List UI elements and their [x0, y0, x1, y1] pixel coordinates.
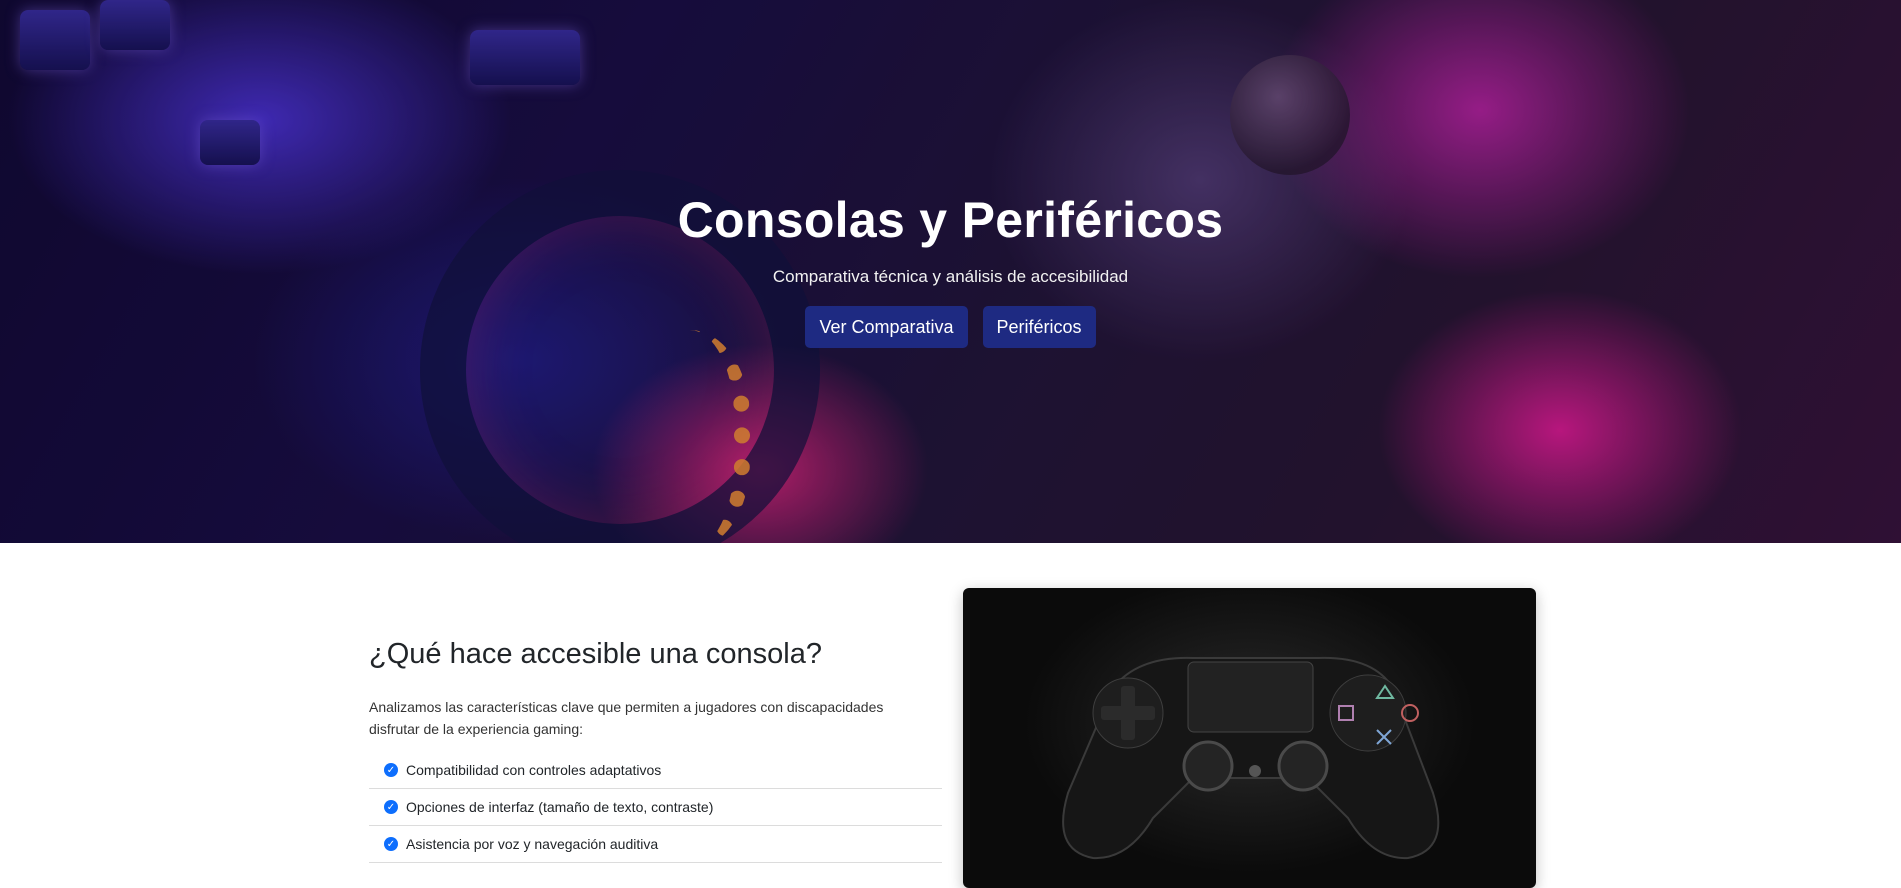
hero-buttons: Ver Comparativa Periféricos — [0, 306, 1901, 348]
hero-title: Consolas y Periféricos — [677, 192, 1224, 248]
list-item: ✓ Compatibilidad con controles adaptativ… — [369, 752, 942, 789]
list-item: ✓ Asistencia por voz y navegación auditi… — [369, 826, 942, 863]
controller-image — [963, 588, 1536, 888]
section-description: Analizamos las características clave que… — [369, 699, 884, 737]
accessibility-text-column: ¿Qué hace accesible una consola? Analiza… — [369, 632, 942, 863]
feature-label: Opciones de interfaz (tamaño de texto, c… — [406, 799, 714, 815]
gamepad-icon — [1062, 656, 1440, 860]
feature-label: Compatibilidad con controles adaptativos — [406, 762, 662, 778]
feature-list: ✓ Compatibilidad con controles adaptativ… — [369, 752, 942, 863]
section-title: ¿Qué hace accesible una consola? — [369, 638, 823, 670]
check-circle-icon: ✓ — [384, 837, 398, 851]
check-circle-icon: ✓ — [384, 800, 398, 814]
feature-label: Asistencia por voz y navegación auditiva — [406, 836, 659, 852]
hero-banner: Consolas y Periféricos Comparativa técni… — [0, 0, 1901, 543]
ver-comparativa-button[interactable]: Ver Comparativa — [805, 306, 968, 348]
hero-content: Consolas y Periféricos Comparativa técni… — [0, 190, 1901, 348]
hero-subtitle: Comparativa técnica y análisis de accesi… — [772, 267, 1129, 286]
check-circle-icon: ✓ — [384, 763, 398, 777]
list-item: ✓ Opciones de interfaz (tamaño de texto,… — [369, 789, 942, 826]
perifericos-button[interactable]: Periféricos — [982, 306, 1096, 348]
